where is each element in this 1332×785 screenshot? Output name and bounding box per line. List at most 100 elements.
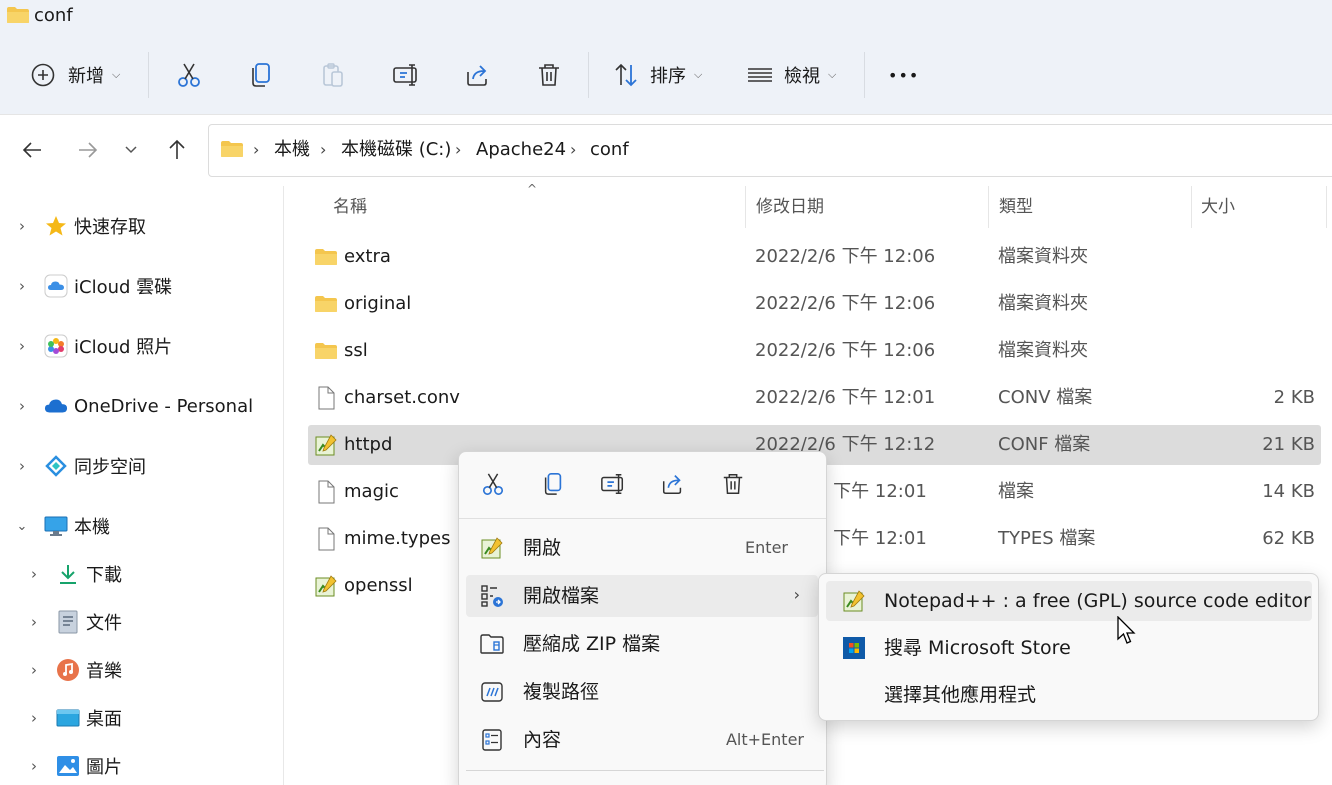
context-delete-button[interactable] <box>715 467 751 501</box>
column-header-name[interactable]: 名稱 <box>333 196 367 218</box>
sort-button[interactable]: 排序 ⌵ <box>612 56 702 94</box>
view-button-label: 檢視 <box>784 66 820 87</box>
menu-item-open-with[interactable]: 開啟檔案 › <box>466 575 818 617</box>
more-options-button[interactable]: ••• <box>888 56 919 94</box>
file-name: extra <box>344 246 391 267</box>
column-divider[interactable] <box>988 186 989 228</box>
menu-item-properties[interactable]: 內容 Alt+Enter <box>466 719 818 761</box>
file-name: ssl <box>344 340 368 361</box>
chevron-right-icon: › <box>19 277 25 295</box>
chevron-right-icon: › <box>31 757 37 775</box>
submenu-item-choose-other-app[interactable]: 選擇其他應用程式 <box>826 675 1312 715</box>
forward-button[interactable] <box>72 134 102 166</box>
submenu-item-microsoft-store[interactable]: 搜尋 Microsoft Store <box>826 628 1312 668</box>
rename-button[interactable] <box>392 56 420 94</box>
notepadpp-icon <box>843 590 865 612</box>
share-icon <box>467 65 487 86</box>
recent-locations-button[interactable] <box>116 134 146 166</box>
breadcrumb-this-pc[interactable]: 本機 <box>274 138 310 162</box>
notepadpp-file-icon <box>315 575 337 597</box>
context-rename-button[interactable] <box>595 467 631 501</box>
chevron-right-icon: › <box>793 585 800 604</box>
menu-item-copy-path[interactable]: 複製路徑 <box>466 671 818 713</box>
breadcrumb-separator: › <box>455 140 462 159</box>
file-name: openssl <box>344 575 413 596</box>
cut-button[interactable] <box>176 56 202 94</box>
column-divider[interactable] <box>1191 186 1192 228</box>
menu-item-shortcut: Alt+Enter <box>725 730 804 749</box>
breadcrumb-conf[interactable]: conf <box>590 138 629 162</box>
paste-icon <box>323 63 343 87</box>
file-size: 21 KB <box>1262 434 1315 455</box>
file-name: charset.conv <box>344 387 460 408</box>
context-copy-button[interactable] <box>535 467 571 501</box>
file-size: 14 KB <box>1262 481 1315 502</box>
folder-icon <box>315 249 337 265</box>
rename-icon <box>601 473 624 495</box>
sidebar-item-downloads[interactable]: › 下載 <box>26 558 122 590</box>
breadcrumb-local-disk[interactable]: 本機磁碟 (C:) <box>341 138 451 162</box>
folder-icon <box>221 141 243 157</box>
sidebar-item-music[interactable]: › 音樂 <box>26 654 122 686</box>
submenu-item-label: 搜尋 Microsoft Store <box>884 637 1071 659</box>
file-row-original[interactable]: original 2022/2/6 下午 12:06 檔案資料夾 <box>308 284 1321 324</box>
view-button[interactable]: 檢視 ⌵ <box>746 56 836 94</box>
submenu-item-label: Notepad++ : a free (GPL) source code edi… <box>884 590 1311 612</box>
copy-button[interactable] <box>248 56 274 94</box>
properties-icon <box>482 729 502 751</box>
sidebar-item-icloud-drive[interactable]: › iCloud 雲碟 <box>14 270 172 302</box>
file-type: CONF 檔案 <box>998 434 1091 455</box>
chevron-right-icon: › <box>19 337 25 355</box>
file-type: 檔案資料夾 <box>998 340 1088 361</box>
file-type: 檔案資料夾 <box>998 246 1088 267</box>
sidebar-item-documents[interactable]: › 文件 <box>26 606 122 638</box>
file-type: 檔案 <box>998 481 1034 502</box>
submenu-item-notepadpp[interactable]: Notepad++ : a free (GPL) source code edi… <box>826 581 1312 621</box>
toolbar-divider <box>864 52 865 98</box>
sidebar-item-icloud-photos[interactable]: › iCloud 照片 <box>14 330 172 362</box>
sidebar-item-label: 下載 <box>86 565 122 586</box>
context-share-button[interactable] <box>655 467 691 501</box>
paste-button[interactable] <box>320 56 346 94</box>
new-button[interactable]: 新增 ⌵ <box>30 56 120 94</box>
column-divider[interactable] <box>745 186 746 228</box>
mouse-pointer-icon <box>1117 616 1136 644</box>
sort-button-label: 排序 <box>650 66 686 87</box>
sidebar-item-label: 音樂 <box>86 661 122 682</box>
chevron-right-icon: › <box>31 613 37 631</box>
file-row-charset-conv[interactable]: charset.conv 2022/2/6 下午 12:01 CONV 檔案 2… <box>308 378 1321 418</box>
file-row-ssl[interactable]: ssl 2022/2/6 下午 12:06 檔案資料夾 <box>308 331 1321 371</box>
file-date: 2022/2/6 下午 12:06 <box>755 246 936 267</box>
trash-icon <box>539 64 559 86</box>
file-date: 6 下午 12:01 <box>816 481 927 502</box>
sidebar-item-label: OneDrive - Personal <box>74 395 254 417</box>
sidebar-item-quick-access[interactable]: › 快速存取 <box>14 210 146 242</box>
column-header-type[interactable]: 類型 <box>999 196 1033 218</box>
icloud-photos-icon <box>44 334 68 358</box>
documents-icon <box>56 610 80 634</box>
folder-icon <box>315 296 337 312</box>
file-name: httpd <box>344 434 393 455</box>
plus-circle-icon <box>31 63 55 87</box>
chevron-right-icon: › <box>31 661 37 679</box>
breadcrumb-apache24[interactable]: Apache24 <box>476 138 566 162</box>
menu-item-compress-zip[interactable]: 壓縮成 ZIP 檔案 <box>466 623 818 665</box>
onedrive-icon <box>44 394 68 418</box>
delete-button[interactable] <box>536 56 562 94</box>
menu-item-open[interactable]: 開啟 Enter <box>466 527 818 569</box>
up-button[interactable] <box>162 134 192 166</box>
back-button[interactable] <box>18 134 48 166</box>
sidebar-item-sync-space[interactable]: › 同步空间 <box>14 450 146 482</box>
column-divider[interactable] <box>1326 186 1327 228</box>
sidebar-item-pictures[interactable]: › 圖片 <box>26 750 122 782</box>
column-header-size[interactable]: 大小 <box>1201 196 1235 218</box>
sidebar-item-this-pc[interactable]: ⌄ 本機 <box>14 510 110 542</box>
sidebar-item-onedrive[interactable]: › OneDrive - Personal <box>14 390 253 422</box>
zip-folder-icon <box>480 634 504 654</box>
file-row-extra[interactable]: extra 2022/2/6 下午 12:06 檔案資料夾 <box>308 237 1321 277</box>
pictures-icon <box>56 754 80 778</box>
share-button[interactable] <box>464 56 492 94</box>
sidebar-item-desktop[interactable]: › 桌面 <box>26 702 122 734</box>
context-cut-button[interactable] <box>475 467 511 501</box>
column-header-date[interactable]: 修改日期 <box>756 196 824 218</box>
